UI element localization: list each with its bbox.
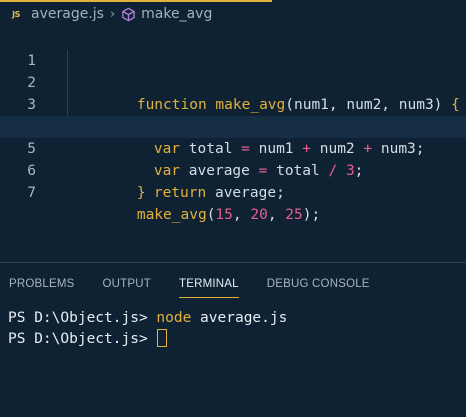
- active-tab-indicator: [0, 0, 272, 2]
- line-number: 7: [27, 185, 36, 201]
- number-literal: 20: [250, 207, 268, 223]
- code-line[interactable]: 4 return average;: [0, 94, 466, 201]
- panel-tabs: PROBLEMS OUTPUT TERMINAL DEBUG CONSOLE: [0, 263, 466, 305]
- terminal-prompt: PS D:\Object.js>: [8, 331, 157, 347]
- code-editor[interactable]: 1 function make_avg(num1, num2, num3) { …: [0, 28, 466, 261]
- terminal-command: node: [156, 310, 192, 326]
- tab-terminal[interactable]: TERMINAL: [179, 263, 239, 305]
- number-literal: 15: [215, 207, 233, 223]
- chevron-right-icon: ›: [109, 6, 116, 22]
- terminal-line: PS D:\Object.js> node average.js: [8, 308, 466, 329]
- terminal-prompt: PS D:\Object.js>: [8, 310, 157, 326]
- breadcrumb-file[interactable]: average.js: [31, 6, 104, 22]
- code-line-current[interactable]: 5 }: [0, 116, 466, 201]
- js-file-icon: JS: [12, 9, 20, 19]
- tab-output[interactable]: OUTPUT: [103, 263, 151, 305]
- terminal-argument: average.js: [191, 310, 288, 326]
- vscode-window: JS average.js › make_avg 1 function make…: [0, 0, 466, 417]
- tab-problems[interactable]: PROBLEMS: [9, 263, 75, 305]
- number-literal: 25: [285, 207, 303, 223]
- code-line[interactable]: 7: [0, 160, 466, 201]
- indent-guide: [67, 50, 68, 72]
- function-call: make_avg: [136, 207, 207, 223]
- cube-method-icon: [121, 7, 136, 22]
- code-line[interactable]: 6 make_avg(15, 20, 25);: [0, 138, 466, 223]
- breadcrumb: JS average.js › make_avg: [0, 0, 466, 28]
- terminal-cursor[interactable]: [157, 329, 168, 347]
- breadcrumb-symbol[interactable]: make_avg: [141, 6, 212, 22]
- code-line[interactable]: 3 var average = total / 3;: [0, 72, 466, 179]
- code-line[interactable]: 1 function make_avg(num1, num2, num3) {: [0, 28, 466, 113]
- indent-guide: [67, 94, 68, 116]
- terminal-line: PS D:\Object.js>: [8, 329, 466, 350]
- tab-debug-console[interactable]: DEBUG CONSOLE: [267, 263, 370, 305]
- terminal[interactable]: PS D:\Object.js> node average.js PS D:\O…: [8, 308, 466, 350]
- indent-guide: [67, 72, 68, 94]
- code-line[interactable]: 2 var total = num1 + num2 + num3;: [0, 50, 466, 157]
